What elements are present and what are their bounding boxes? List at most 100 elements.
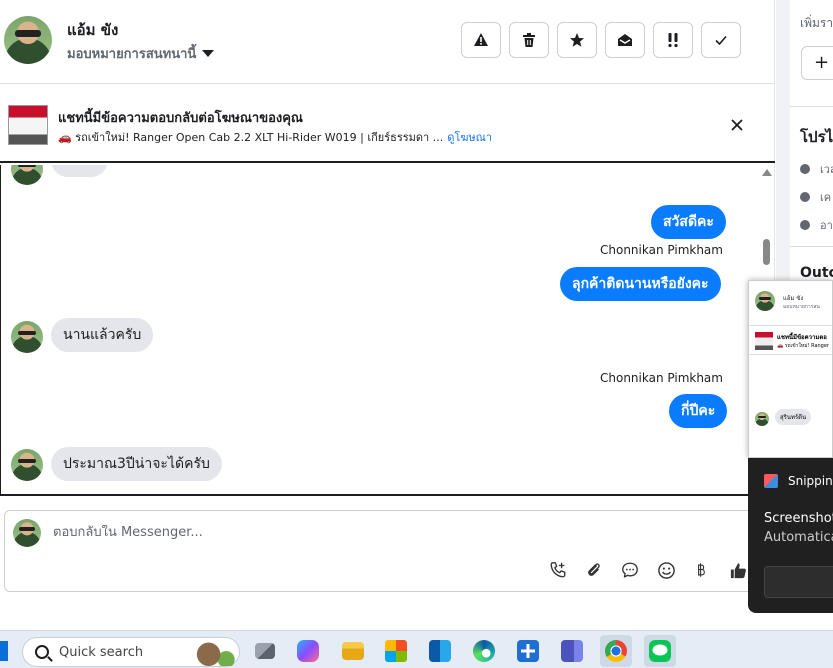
preview-avatar xyxy=(755,412,769,426)
snipping-tool-icon xyxy=(764,474,778,488)
profile-heading: โปรไ xyxy=(800,128,833,146)
incoming-message[interactable]: ประมาณ3ปีน่าจะได้ครับ xyxy=(51,447,222,481)
conversation-header: แอ้ม ขัง มอบหมายการสนทนานี้ xyxy=(0,0,775,84)
emoji-button[interactable] xyxy=(655,559,677,581)
outgoing-message[interactable]: สวัสดีคะ xyxy=(651,205,726,239)
line-glyph xyxy=(649,640,671,662)
envelope-open-icon xyxy=(618,34,632,46)
teams-glyph xyxy=(561,640,583,662)
snipping-tool-notification[interactable]: Snipping Screenshot Automatica xyxy=(748,458,833,613)
store-glyph xyxy=(385,640,407,662)
incoming-message[interactable]: นานแล้วครับ xyxy=(51,318,154,352)
reply-input[interactable] xyxy=(53,525,653,540)
ad-thumbnail[interactable] xyxy=(8,105,48,145)
preview-message: สุรินทร์ดีน xyxy=(775,409,812,425)
report-spam-button[interactable] xyxy=(461,22,501,58)
phone-plus-icon xyxy=(550,562,566,578)
assign-label: มอบหมายการสนทนานี้ xyxy=(67,47,197,62)
chat-bubble-icon xyxy=(622,562,638,578)
notification-body: Automatica xyxy=(764,530,833,545)
chat-panel: แอ้ม ขัง มอบหมายการสนทนานี้ แชทนี้มีข้อค… xyxy=(0,0,775,605)
edge-glyph xyxy=(473,640,495,662)
outlook-glyph xyxy=(429,640,451,662)
contact-name[interactable]: แอ้ม ขัง xyxy=(67,18,118,42)
trash-icon xyxy=(523,33,535,47)
scroll-thumb[interactable] xyxy=(763,239,770,265)
contact-avatar[interactable] xyxy=(11,449,43,481)
plus-app-icon[interactable] xyxy=(512,635,544,667)
edge-icon[interactable] xyxy=(468,635,500,667)
profile-row-time: เวล xyxy=(800,160,833,178)
contact-avatar[interactable] xyxy=(11,165,43,185)
notification-title: Screenshot xyxy=(764,511,833,526)
smiley-icon xyxy=(657,561,675,579)
ad-reply-banner: แชทนี้มีข้อความตอบกลับต่อโฆษณาของคุณ 🚗 ร… xyxy=(0,85,775,163)
preview-ad-thumbnail xyxy=(755,332,773,350)
search-highlight-image xyxy=(191,640,235,666)
paperclip-icon xyxy=(588,563,600,576)
sender-name: Chonnikan Pimkham xyxy=(600,371,723,385)
saved-replies-button[interactable] xyxy=(619,559,641,581)
warning-icon xyxy=(474,33,488,46)
copilot-glyph xyxy=(297,640,319,662)
caret-down-icon xyxy=(202,50,215,57)
attach-file-button[interactable] xyxy=(583,559,605,581)
notification-action-button[interactable] xyxy=(764,566,833,598)
contact-avatar[interactable] xyxy=(11,321,43,353)
star-button[interactable] xyxy=(557,22,597,58)
task-view-glyph xyxy=(255,643,275,659)
file-explorer-icon[interactable] xyxy=(337,635,369,667)
snip-screenshot-preview[interactable]: แอ้ม ขัง มอบหมายการสน แชทนี้มีข้อความตอ … xyxy=(748,280,833,458)
ad-description-text: 🚗 รถเข้าใหม่! Ranger Open Cab 2.2 XLT Hi… xyxy=(58,131,444,144)
plus-glyph xyxy=(517,640,539,662)
add-label-button[interactable]: + xyxy=(801,46,833,80)
send-like-button[interactable] xyxy=(727,559,749,581)
scroll-up-arrow-icon[interactable] xyxy=(762,169,772,176)
outlook-icon[interactable] xyxy=(424,635,456,667)
contact-avatar[interactable] xyxy=(4,16,52,64)
mark-unread-button[interactable] xyxy=(605,22,645,58)
notification-app-name: Snipping xyxy=(788,474,833,488)
start-button[interactable] xyxy=(0,641,8,661)
double-exclamation-icon xyxy=(668,33,678,48)
divider xyxy=(790,106,833,107)
search-label: Quick search xyxy=(59,645,144,660)
location-pin-icon xyxy=(800,220,810,230)
preview-assign-label: มอบหมายการสน xyxy=(783,304,820,310)
search-icon xyxy=(35,645,49,659)
ad-banner-description: 🚗 รถเข้าใหม่! Ranger Open Cab 2.2 XLT Hi… xyxy=(58,128,492,146)
chrome-glyph xyxy=(605,640,627,662)
incoming-message[interactable]: สนใจ xyxy=(51,165,109,177)
teams-icon[interactable] xyxy=(556,635,588,667)
star-icon xyxy=(570,33,584,47)
page: แอ้ม ขัง มอบหมายการสนทนานี้ แชทนี้มีข้อค… xyxy=(0,0,833,668)
store-icon[interactable] xyxy=(380,635,412,667)
payment-button[interactable] xyxy=(690,559,712,581)
copilot-icon[interactable] xyxy=(292,635,324,667)
taskbar-search[interactable]: Quick search xyxy=(22,637,240,667)
checkmark-icon xyxy=(715,35,727,46)
follow-up-button[interactable] xyxy=(653,22,693,58)
message-list[interactable]: สนใจ สวัสดีคะ Chonnikan Pimkham ลุกค้าติ… xyxy=(0,165,773,496)
profile-row-location: อา xyxy=(800,216,833,234)
folder-glyph xyxy=(342,642,364,660)
task-view-icon[interactable] xyxy=(249,635,281,667)
delete-button[interactable] xyxy=(509,22,549,58)
profile-row-label: เวล xyxy=(820,163,833,176)
clock-icon xyxy=(800,164,810,174)
add-contact-call-button[interactable] xyxy=(547,559,569,581)
divider xyxy=(790,246,833,247)
chrome-icon[interactable] xyxy=(600,635,632,667)
baht-icon xyxy=(698,563,705,577)
close-icon[interactable] xyxy=(728,116,746,134)
view-ad-link[interactable]: ดูโฆษณา xyxy=(447,131,492,144)
preview-contact-name: แอ้ม ขัง xyxy=(783,295,804,302)
assign-conversation-dropdown[interactable]: มอบหมายการสนทนานี้ xyxy=(67,43,215,64)
mark-done-button[interactable] xyxy=(701,22,741,58)
line-icon[interactable] xyxy=(644,635,676,667)
outgoing-message[interactable]: ลุกค้าติดนานหรือยังคะ xyxy=(560,267,721,301)
profile-row-education: เค xyxy=(800,188,831,206)
outgoing-message[interactable]: กี่ปีคะ xyxy=(669,394,728,428)
sender-name: Chonnikan Pimkham xyxy=(600,243,723,257)
ad-banner-title: แชทนี้มีข้อความตอบกลับต่อโฆษณาของคุณ xyxy=(58,111,303,126)
